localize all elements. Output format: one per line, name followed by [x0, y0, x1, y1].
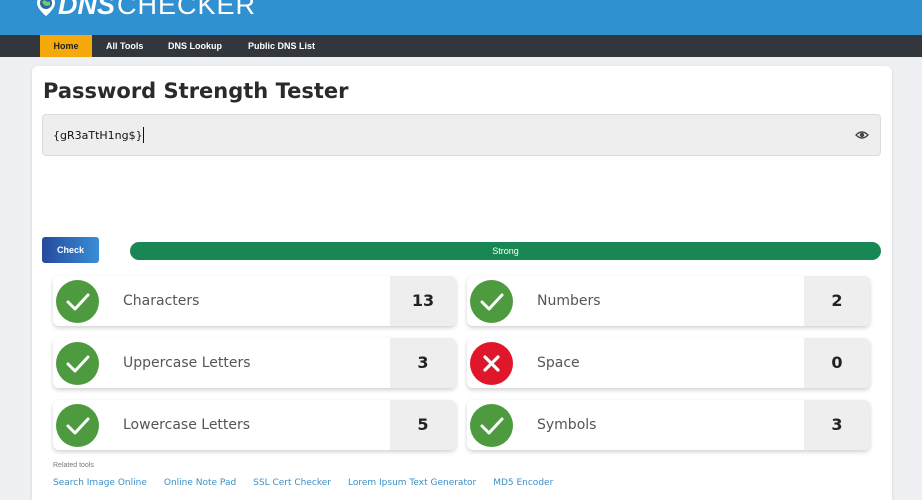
nav-all-tools[interactable]: All Tools: [94, 35, 155, 57]
check-icon: [470, 280, 513, 323]
criteria-label: Uppercase Letters: [123, 355, 251, 371]
tool-card: Password Strength Tester Check Strong Ch…: [32, 66, 892, 500]
criteria-tile-characters: Characters 13: [53, 276, 456, 326]
check-icon: [470, 404, 513, 447]
criteria-label: Lowercase Letters: [123, 417, 251, 433]
check-icon: [56, 404, 99, 447]
criteria-tile-numbers: Numbers 2: [467, 276, 870, 326]
link-search-image-online[interactable]: Search Image Online: [53, 478, 147, 488]
text-caret: [143, 127, 144, 143]
criteria-tile-lowercase: Lowercase Letters 5: [53, 400, 456, 450]
password-field[interactable]: [42, 114, 881, 156]
main-nav: Home All Tools DNS Lookup Public DNS Lis…: [0, 35, 922, 57]
eye-icon[interactable]: [855, 129, 869, 141]
criteria-count: 5: [390, 400, 456, 450]
check-button[interactable]: Check: [42, 237, 99, 263]
criteria-count: 2: [804, 276, 870, 326]
strength-meter: Strong: [130, 242, 881, 260]
nav-home[interactable]: Home: [40, 35, 92, 57]
criteria-label: Numbers: [537, 293, 601, 309]
criteria-label: Symbols: [537, 417, 597, 433]
criteria-count: 0: [804, 338, 870, 388]
link-ssl-cert-checker[interactable]: SSL Cert Checker: [253, 478, 331, 488]
criteria-label: Space: [537, 355, 580, 371]
criteria-tile-uppercase: Uppercase Letters 3: [53, 338, 456, 388]
criteria-count: 13: [390, 276, 456, 326]
site-header: DNS CHECKER: [0, 0, 922, 35]
logo-text-checker: CHECKER: [117, 0, 257, 20]
check-icon: [56, 280, 99, 323]
check-icon: [56, 342, 99, 385]
page-title: Password Strength Tester: [43, 79, 349, 103]
criteria-count: 3: [390, 338, 456, 388]
nav-public-dns-list[interactable]: Public DNS List: [236, 35, 327, 57]
link-md5-encoder[interactable]: MD5 Encoder: [493, 478, 553, 488]
globe-pin-icon: [37, 0, 55, 16]
nav-dns-lookup[interactable]: DNS Lookup: [156, 35, 234, 57]
related-tools-heading: Related tools: [53, 462, 94, 469]
logo-text-dns: DNS: [58, 0, 116, 20]
criteria-label: Characters: [123, 293, 200, 309]
close-icon: [470, 342, 513, 385]
criteria-tile-space: Space 0: [467, 338, 870, 388]
password-input[interactable]: [43, 115, 843, 155]
site-logo[interactable]: DNS CHECKER: [36, 0, 256, 20]
related-tools-links: Search Image Online Online Note Pad SSL …: [53, 478, 570, 488]
link-online-note-pad[interactable]: Online Note Pad: [164, 478, 236, 488]
criteria-count: 3: [804, 400, 870, 450]
link-lorem-ipsum-generator[interactable]: Lorem Ipsum Text Generator: [348, 478, 476, 488]
criteria-tile-symbols: Symbols 3: [467, 400, 870, 450]
